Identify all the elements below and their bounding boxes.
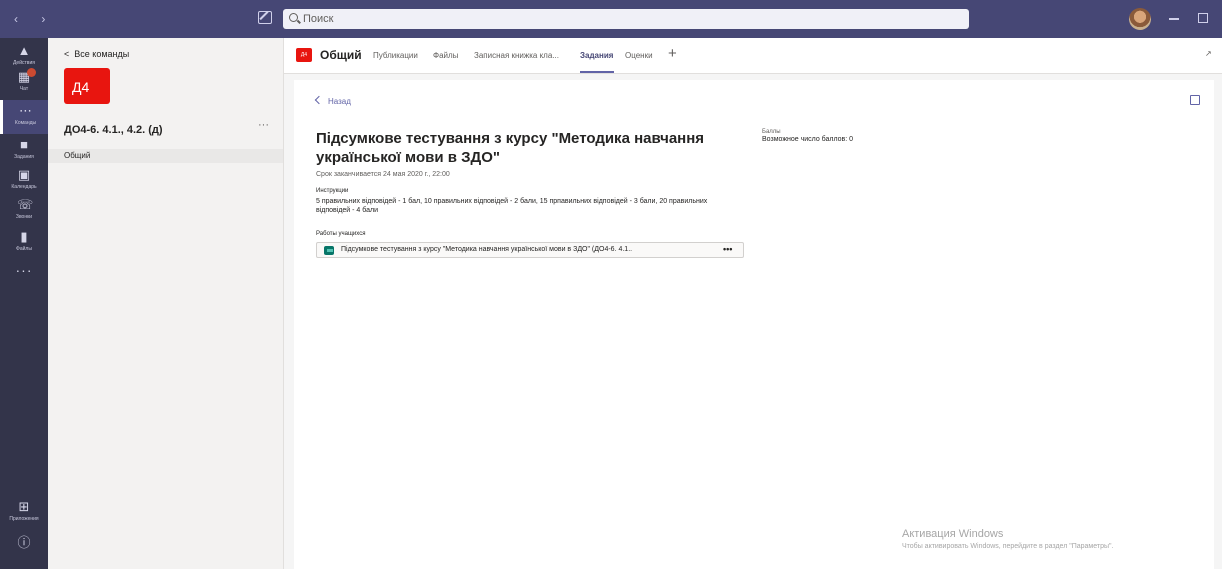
assignments-icon: ■ [20, 137, 28, 152]
team-pane: < Все команды Д4 ДО4-6. 4.1., 4.2. (д) ·… [48, 38, 284, 569]
tab-grades[interactable]: Оценки [625, 51, 653, 60]
tab-class-notebook[interactable]: Записная книжка кла... [474, 51, 559, 60]
points-heading: Баллы [762, 129, 781, 135]
rail-more-button[interactable]: ··· [0, 262, 48, 278]
tab-posts[interactable]: Публикации [373, 51, 418, 60]
rail-item-assignments[interactable]: ■ Задания [0, 134, 48, 168]
rail-item-files[interactable]: ▮ Файлы [0, 226, 48, 260]
main-area: Д4 Общий Публикации Файлы Записная книжк… [284, 38, 1222, 569]
search-placeholder: Поиск [303, 13, 334, 25]
rail-item-teams[interactable]: ⋯ Команды [0, 100, 48, 134]
channel-badge: Д4 [296, 48, 312, 62]
rail-item-calendar[interactable]: ▣ Календарь [0, 164, 48, 198]
assignment-content: Назад Підсумкове тестування з курсу "Мет… [284, 74, 1222, 569]
chat-unread-badge [27, 68, 36, 77]
maximize-icon[interactable] [1198, 13, 1208, 23]
rail-item-help[interactable]: ⓘ [0, 532, 48, 566]
activation-watermark-title: Активация Windows [902, 528, 1004, 540]
assignment-title: Підсумкове тестування з курсу "Методика … [316, 130, 705, 166]
chevron-left-icon [314, 95, 324, 105]
student-work-item[interactable]: Підсумкове тестування з курсу "Методика … [316, 242, 744, 258]
nav-arrows[interactable]: ‹ › [14, 12, 55, 26]
rail-item-apps[interactable]: ⊞ Приложения [0, 496, 48, 530]
instructions-heading: Инструкции [316, 188, 349, 194]
active-tab-indicator [580, 71, 614, 73]
back-link[interactable]: Назад [314, 95, 351, 106]
title-bar: ‹ › Поиск [0, 0, 1222, 38]
rail-item-calls[interactable]: ☏ Звонки [0, 194, 48, 228]
due-date: Срок заканчивается 24 мая 2020 г., 22:00 [316, 171, 450, 178]
search-icon [289, 13, 298, 22]
channel-title: Общий [320, 48, 362, 62]
expand-icon[interactable]: ↗ [1205, 49, 1212, 58]
help-icon: ⓘ [17, 535, 31, 550]
apps-icon: ⊞ [18, 499, 30, 514]
minimize-icon[interactable] [1169, 18, 1179, 20]
student-work-title: Підсумкове тестування з курсу "Методика … [341, 246, 633, 253]
activation-watermark-text: Чтобы активировать Windows, перейдите в … [902, 543, 1114, 550]
all-teams-link[interactable]: < Все команды [64, 49, 129, 59]
channel-header: Д4 Общий Публикации Файлы Записная книжк… [284, 38, 1222, 74]
tab-assignments[interactable]: Задания [580, 51, 613, 60]
assignment-card: Назад Підсумкове тестування з курсу "Мет… [294, 80, 1214, 569]
student-work-more-button[interactable]: ••• [723, 244, 732, 254]
calendar-icon: ▣ [17, 167, 31, 182]
files-icon: ▮ [20, 229, 28, 244]
new-chat-icon[interactable] [258, 11, 272, 24]
back-label: Назад [328, 97, 351, 106]
student-work-heading: Работы учащихся [316, 231, 366, 237]
add-tab-button[interactable]: + [668, 45, 677, 62]
phone-icon: ☏ [17, 197, 34, 212]
team-avatar: Д4 [64, 68, 110, 104]
all-teams-label: Все команды [74, 49, 130, 59]
user-avatar[interactable] [1129, 8, 1151, 30]
channel-item-general[interactable]: Общий [48, 149, 283, 163]
team-more-button[interactable]: ··· [258, 119, 269, 131]
team-name[interactable]: ДО4-6. 4.1., 4.2. (д) [64, 124, 163, 136]
bell-icon: ▲ [17, 43, 31, 58]
app-rail: ▲ Действия ▦ Чат ⋯ Команды ■ Задания ▣ К… [0, 38, 48, 569]
points-value: Возможное число баллов: 0 [762, 136, 854, 143]
tab-files[interactable]: Файлы [433, 51, 458, 60]
chevron-left-icon: < [64, 49, 70, 59]
teams-icon: ⋯ [19, 103, 32, 118]
search-box[interactable]: Поиск [283, 9, 969, 29]
instructions-text: 5 правильних відповідей - 1 бал, 10 прав… [316, 198, 708, 214]
forms-icon [324, 246, 334, 255]
export-icon[interactable] [1190, 95, 1200, 105]
rail-item-chat[interactable]: ▦ Чат [0, 66, 48, 100]
